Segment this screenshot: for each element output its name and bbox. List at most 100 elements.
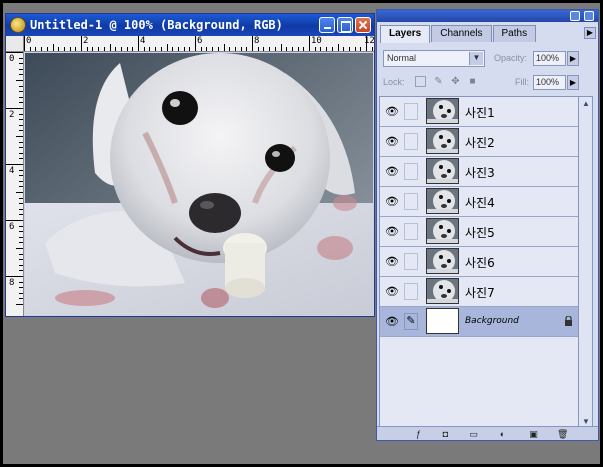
layer-style-icon[interactable]: ƒ [413, 429, 424, 439]
ruler-tick [212, 47, 214, 51]
opacity-slider-arrow-icon[interactable]: ▶ [567, 51, 579, 66]
eye-icon[interactable]: 👁 [383, 225, 401, 239]
eye-icon[interactable]: 👁 [383, 135, 401, 149]
eye-icon[interactable]: 👁 [383, 255, 401, 269]
layer-row[interactable]: 👁 사진6 [380, 247, 578, 277]
ruler-tick [81, 36, 82, 51]
blend-mode-select[interactable]: Normal ▼ [383, 50, 485, 67]
layer-link-cell[interactable] [404, 253, 418, 270]
layer-thumbnail [426, 278, 459, 304]
ruler-tick [19, 74, 23, 76]
new-group-folder-icon[interactable]: ▭ [468, 429, 479, 439]
document-titlebar[interactable]: Untitled-1 @ 100% (Background, RGB) [6, 14, 374, 36]
layer-link-cell[interactable] [404, 103, 418, 120]
layer-thumbnail [426, 308, 459, 334]
ruler-h-label: 10 [311, 36, 322, 46]
lock-position-move-icon[interactable]: ✥ [450, 76, 461, 87]
layer-row[interactable]: 👁 사진2 [380, 127, 578, 157]
ruler-tick [343, 47, 345, 51]
ruler-v-label: 4 [9, 166, 15, 176]
ruler-tick [19, 169, 23, 171]
ruler-tick [16, 192, 23, 193]
palette-bottom-toolbar: ƒ ◘ ▭ ◐ ▣ 🗑 [377, 426, 598, 440]
ruler-origin[interactable] [6, 36, 24, 52]
ruler-tick [19, 68, 23, 70]
ruler-tick [19, 287, 23, 289]
layer-thumbnail [426, 158, 459, 184]
fill-input[interactable]: 100% [533, 75, 566, 90]
layer-row[interactable]: 👁 사진5 [380, 217, 578, 247]
ruler-tick [6, 164, 23, 165]
ruler-tick [16, 136, 23, 137]
palette-titlebar[interactable] [377, 10, 598, 22]
layer-row[interactable]: 👁 사진3 [380, 157, 578, 187]
opacity-input[interactable]: 100% [533, 51, 566, 66]
canvas-image[interactable] [25, 53, 373, 315]
palette-minimize-button[interactable] [570, 11, 580, 21]
eye-icon[interactable]: 👁 [383, 105, 401, 119]
layer-link-cell[interactable] [404, 133, 418, 150]
ruler-tick [126, 47, 128, 51]
horizontal-ruler[interactable]: 0 2 4 6 8 10 12 [24, 36, 374, 52]
ruler-tick [19, 96, 23, 98]
eye-icon[interactable]: 👁 [383, 165, 401, 179]
layer-row[interactable]: 👁 사진1 [380, 97, 578, 127]
ruler-tick [19, 208, 23, 210]
add-mask-icon[interactable]: ◘ [440, 429, 451, 439]
layer-row[interactable]: 👁 사진4 [380, 187, 578, 217]
layer-row-background[interactable]: 👁 ✎ Background [380, 307, 578, 337]
minimize-button[interactable] [319, 17, 335, 33]
brush-icon[interactable]: ✎ [404, 313, 418, 330]
ruler-tick [69, 47, 71, 51]
ruler-tick [371, 47, 373, 51]
maximize-button[interactable] [337, 17, 353, 33]
ruler-tick [19, 85, 23, 87]
lock-all-icon[interactable]: ■ [467, 76, 478, 87]
ruler-tick [92, 47, 94, 51]
layer-link-cell[interactable] [404, 193, 418, 210]
layer-name: Background [465, 316, 519, 326]
blend-mode-value: Normal [387, 53, 417, 63]
layer-list-scrollbar[interactable]: ▲ ▼ [579, 96, 593, 430]
ruler-tick [291, 47, 293, 51]
lock-transparency-icon[interactable] [415, 76, 426, 87]
document-window[interactable]: Untitled-1 @ 100% (Background, RGB) 0 2 … [5, 13, 375, 317]
ruler-tick [19, 124, 23, 126]
ruler-tick [229, 47, 231, 51]
lock-pixels-brush-icon[interactable]: ✎ [433, 76, 444, 87]
layer-row[interactable]: 👁 사진7 [380, 277, 578, 307]
layer-link-cell[interactable] [404, 223, 418, 240]
eye-icon[interactable]: 👁 [383, 195, 401, 209]
ruler-tick [172, 47, 174, 51]
ruler-tick [269, 47, 271, 51]
layer-link-cell[interactable] [404, 283, 418, 300]
trash-icon[interactable]: 🗑 [557, 429, 568, 439]
fill-slider-arrow-icon[interactable]: ▶ [567, 75, 579, 90]
layer-name: 사진3 [465, 166, 495, 180]
ruler-tick [115, 47, 117, 51]
new-layer-icon[interactable]: ▣ [528, 429, 539, 439]
palette-close-button[interactable] [584, 11, 594, 21]
ruler-tick [6, 220, 23, 221]
tab-layers[interactable]: Layers [380, 25, 431, 43]
tab-channels[interactable]: Channels [431, 25, 492, 42]
vertical-ruler[interactable]: 0 2 4 6 8 [6, 52, 24, 316]
layer-link-cell[interactable] [404, 163, 418, 180]
ruler-tick [252, 36, 253, 51]
tab-paths[interactable]: Paths [492, 25, 537, 42]
eye-icon[interactable]: 👁 [383, 285, 401, 299]
palette-menu-arrow-icon[interactable]: ▶ [584, 27, 596, 39]
ruler-tick [234, 47, 236, 51]
ruler-tick [19, 236, 23, 238]
scroll-up-icon[interactable]: ▲ [580, 98, 592, 110]
close-button[interactable] [355, 17, 371, 33]
opacity-label: Opacity: [494, 53, 528, 63]
ruler-tick [46, 47, 48, 51]
ruler-v-label: 2 [9, 110, 15, 120]
ruler-tick [19, 214, 23, 216]
ruler-tick [19, 147, 23, 149]
eye-icon[interactable]: 👁 [383, 315, 401, 329]
adjustment-layer-icon[interactable]: ◐ [497, 429, 508, 439]
ruler-tick [274, 47, 276, 51]
layers-palette[interactable]: Layers Channels Paths ▶ Normal ▼ Opacity… [376, 9, 599, 441]
